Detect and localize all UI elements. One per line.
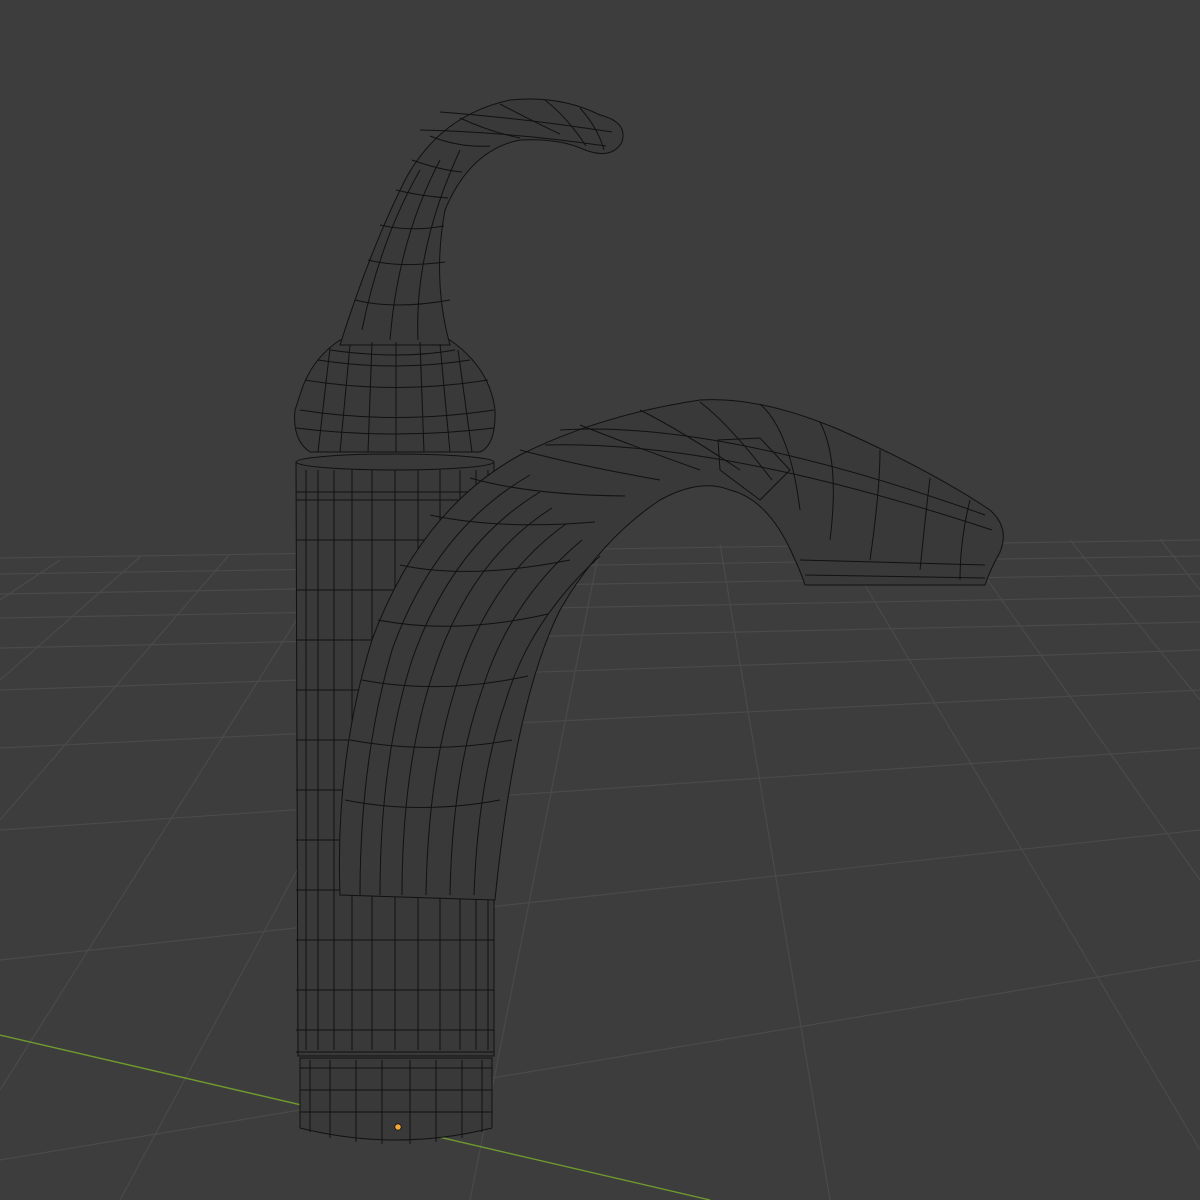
object-origin-dot[interactable] (394, 1123, 402, 1131)
viewport-background (0, 0, 1200, 1200)
3d-viewport[interactable] (0, 0, 1200, 1200)
body-top-cap (295, 453, 495, 471)
scene-canvas[interactable] (0, 0, 1200, 1200)
